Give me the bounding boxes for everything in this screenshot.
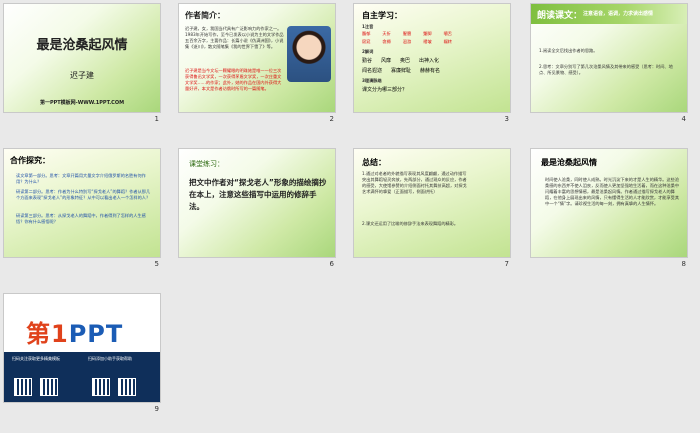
slide-number: 4 [681,115,686,123]
slide-title: 最是沧桑起风情 [36,38,128,53]
section-label: 3理清脉络 [362,78,382,83]
slide-heading: 课堂练习： [189,160,224,168]
slide-thumbnail-7[interactable]: 总结： 1.通过对老者的外貌描写表现其风度翩翩，通过动作描写突出其舞蹈轻灵奔放，… [353,148,511,268]
slide-canvas: 作者简介： 迟子建，女，我国当代具有广泛影响力的作家之一。1983年开始写作，至… [178,3,336,113]
qr-code-icon [92,378,110,396]
bullet-3: 研读第三部分。思考：从探戈老人的舞蹈中，作者得到了怎样的人生感悟？你有什么感悟呢… [16,213,146,224]
author-bio-1: 迟子建，女，我国当代具有广泛影响力的作家之一。1983年开始写作，至今已发表以小… [185,26,284,49]
slide-canvas: 第1PPT 扫码关注获取更多精美模板 扫码添加小助手获取帮助 [3,293,161,403]
slide-heading: 最是沧桑起风情 [541,158,597,167]
words-row-2: 闻名遐迩 寡廉鲜耻 赫赫有名 [362,68,441,74]
slide-thumbnail-2[interactable]: 作者简介： 迟子建，女，我国当代具有广泛影响力的作家之一。1983年开始写作，至… [178,3,336,123]
slide-number: 5 [154,260,159,268]
slide-number: 3 [504,115,509,123]
qr-caption-1: 扫码关注获取更多精美模板 [12,356,60,361]
info-band: 扫码关注获取更多精美模板 扫码添加小助手获取帮助 [4,352,160,402]
qr-caption-2: 扫码添加小助手获取帮助 [88,356,132,361]
slide-sorter-grid: 最是沧桑起风情 迟子建 第一PPT模板网-WWW.1PPT.COM 1 作者简介… [0,0,700,433]
phonetic-row-2: 窈窕 衾褥 洄游 褶皱 辗转 [362,39,452,44]
author-photo [287,26,331,82]
bullet-2: 研读第二部分。思考：作者为什么特别写“探戈老人”的舞蹈？作者从那几个方面来表现“… [16,189,151,200]
qr-code-icon [118,378,136,396]
slide-canvas: 总结： 1.通过对老者的外貌描写表现其风度翩翩，通过动作描写突出其舞蹈轻灵奔放，… [353,148,511,258]
phonetic-row-1: 馥郁 夭折 腥膻 蹩脚 嚼舌 [362,31,452,36]
words-row-1: 勤谷 风靡 奥巴 出神入化 [362,58,440,64]
slide-thumbnail-3[interactable]: 自主学习： 1注音 馥郁 夭折 腥膻 蹩脚 嚼舌 窈窕 衾褥 洄游 褶皱 辗转 … [353,3,511,123]
slide-heading: 合作探究： [10,156,50,165]
slide-canvas: 课堂练习： 把文中作者对“探戈老人”形象的描绘摘抄在本上，注意这些描写中运用的修… [178,148,336,258]
qr-code-icon [40,378,58,396]
slide-header-bar: 朗读课文： 注意语音，语调，力求读出感情 [531,4,687,24]
section-label: 2解词 [362,49,374,54]
ppt-logo: 第1PPT [26,320,124,348]
slide-number: 7 [504,260,509,268]
slide-thumbnail-5[interactable]: 合作探究： 读文章第一部分。思考：文章开篇用大量文字介绍俄罗斯的名胜有何作用？为… [3,148,161,268]
slide-thumbnail-9[interactable]: 第1PPT 扫码关注获取更多精美模板 扫码添加小助手获取帮助 9 [3,293,161,413]
author-bio-2: 迟子建是当今文坛一颗耀眼的明珠她是唯一一位三次获得鲁迅文学奖，一次获得茅盾文学奖… [185,68,282,91]
question-2: 2.思考：文章分别写了第几次沧桑风情及其带来的感受（思考：时间、地点、所见景物、… [539,64,673,75]
slide-canvas: 朗读课文： 注意语音，语调，力求读出感情 1.阅读全文后找出作者的思路。 2.思… [530,3,688,113]
exercise-text: 把文中作者对“探戈老人”形象的描绘摘抄在本上，注意这些描写中运用的修辞手法。 [189,178,327,211]
slide-author: 迟子建 [70,71,94,80]
slide-number: 2 [329,115,334,123]
slide-thumbnail-1[interactable]: 最是沧桑起风情 迟子建 第一PPT模板网-WWW.1PPT.COM 1 [3,3,161,123]
heading-note: 注意语音，语调，力求读出感情 [583,11,654,17]
slide-canvas: 合作探究： 读文章第一部分。思考：文章开篇用大量文字介绍俄罗斯的名胜有何作用？为… [3,148,161,258]
slide-thumbnail-6[interactable]: 课堂练习： 把文中作者对“探戈老人”形象的描绘摘抄在本上，注意这些描写中运用的修… [178,148,336,268]
slide-heading: 自主学习： [362,11,402,20]
question-text: 课文分为哪三部分？ [362,87,408,93]
slide-footer: 第一PPT模板网-WWW.1PPT.COM [39,100,125,106]
slide-heading: 作者简介： [185,11,225,20]
summary-point-1: 1.通过对老者的外貌描写表现其风度翩翩，通过动作描写突出其舞蹈轻灵奔放，先两部分… [362,171,467,194]
slide-number: 9 [154,405,159,413]
question-1: 1.阅读全文后找出作者的思路。 [539,48,598,53]
bullet-1: 读文章第一部分。思考：文章开篇用大量文字介绍俄罗斯的名胜有何作用？为什么？ [16,173,146,184]
slide-thumbnail-8[interactable]: 最是沧桑起风情 时间使人沧桑，同时使人成熟。时光沉淀下来的才是人生的精华。这些沧… [530,148,688,268]
slide-heading: 总结： [362,158,386,167]
slide-number: 6 [329,260,334,268]
slide-thumbnail-4[interactable]: 朗读课文： 注意语音，语调，力求读出感情 1.阅读全文后找出作者的思路。 2.思… [530,3,688,123]
slide-canvas: 最是沧桑起风情 迟子建 第一PPT模板网-WWW.1PPT.COM [3,3,161,113]
slide-canvas: 自主学习： 1注音 馥郁 夭折 腥膻 蹩脚 嚼舌 窈窕 衾褥 洄游 褶皱 辗转 … [353,3,511,113]
slide-number: 8 [681,260,686,268]
slide-canvas: 最是沧桑起风情 时间使人沧桑，同时使人成熟。时光沉淀下来的才是人生的精华。这些沧… [530,148,688,258]
conclusion-text: 时间使人沧桑，同时使人成熟。时光沉淀下来的才是人生的精华。这些沧桑感的东西并不使… [545,177,680,206]
summary-point-2: 2.课文还运用了比喻的修辞手法来表现舞蹈的精彩。 [362,221,459,226]
slide-number: 1 [154,115,159,123]
qr-code-icon [14,378,32,396]
section-label: 1注音 [362,24,374,29]
slide-heading: 朗读课文： [537,11,583,21]
